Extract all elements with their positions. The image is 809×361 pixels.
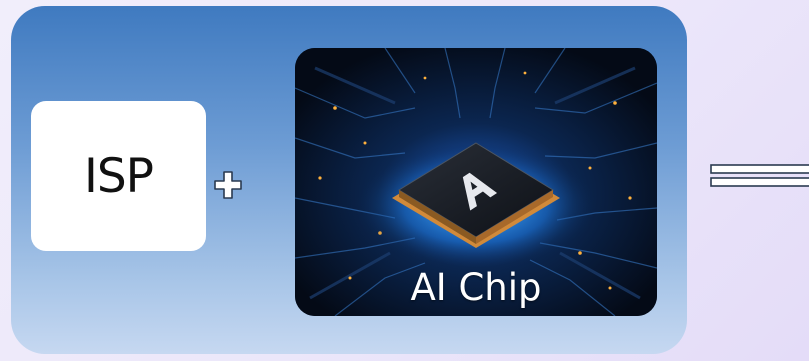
equals-operator-icon <box>710 164 809 187</box>
ai-chip-label: AI Chip <box>410 266 542 309</box>
isp-label: ISP <box>83 148 154 204</box>
ai-chip-image: AI Chip <box>295 48 657 316</box>
isp-box: ISP <box>31 101 206 251</box>
plus-operator-icon <box>214 171 242 199</box>
